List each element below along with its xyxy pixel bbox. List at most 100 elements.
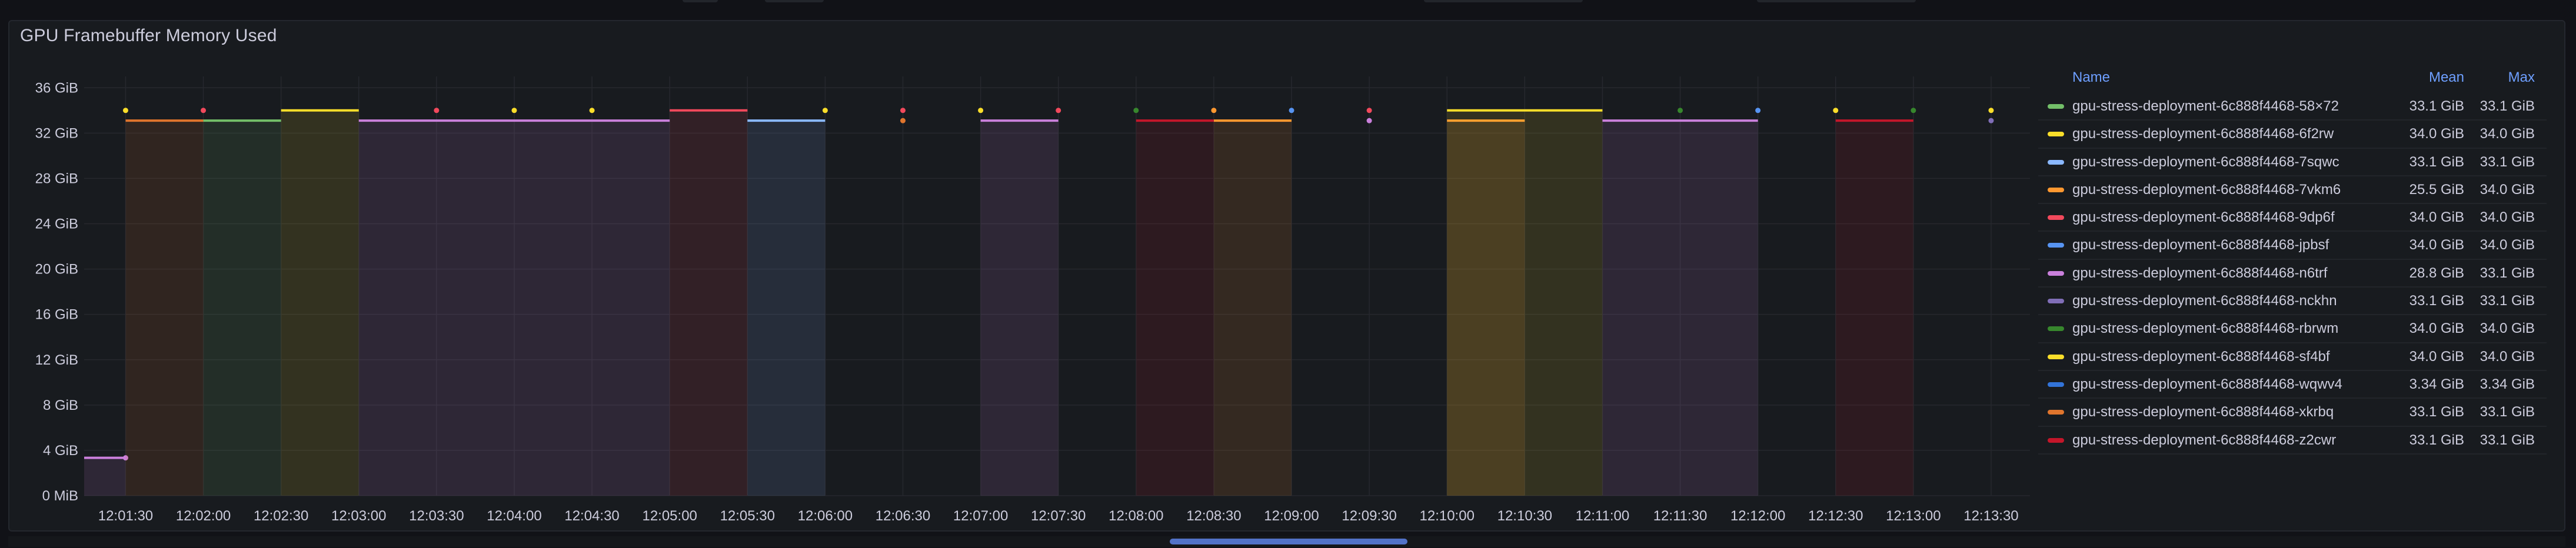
series-point	[1755, 108, 1761, 113]
x-tick-label: 12:02:00	[176, 508, 231, 524]
series-point	[978, 108, 984, 113]
series-point	[589, 108, 595, 113]
series-point	[1988, 108, 1994, 113]
legend-row[interactable]: gpu-stress-deployment-6c888f4468-xkrbq 33…	[2038, 399, 2547, 427]
legend-max-value: 3.34 GiB	[2480, 376, 2535, 392]
legend-series-name[interactable]: gpu-stress-deployment-6c888f4468-nckhn	[2072, 293, 2337, 309]
series-area-fill	[358, 121, 670, 496]
legend-series-name[interactable]: gpu-stress-deployment-6c888f4468-7vkm6	[2072, 182, 2341, 198]
series-point	[1211, 108, 1217, 113]
legend-mean-value: 34.0 GiB	[2409, 209, 2464, 226]
series-point	[822, 108, 828, 113]
legend-row[interactable]: gpu-stress-deployment-6c888f4468-jpbsf 34…	[2038, 232, 2547, 260]
x-tick-label: 12:09:00	[1264, 508, 1319, 524]
series-area-fill	[125, 121, 204, 496]
x-tick-label: 12:08:00	[1109, 508, 1163, 524]
legend-row[interactable]: gpu-stress-deployment-6c888f4468-nckhn 33…	[2038, 288, 2547, 316]
x-tick-label: 12:13:00	[1886, 508, 1941, 524]
legend-row[interactable]: gpu-stress-deployment-6c888f4468-6f2rw 34…	[2038, 121, 2547, 149]
legend-series-name[interactable]: gpu-stress-deployment-6c888f4468-9dp6f	[2072, 209, 2335, 226]
legend-series-name[interactable]: gpu-stress-deployment-6c888f4468-6f2rw	[2072, 126, 2334, 142]
legend-row[interactable]: gpu-stress-deployment-6c888f4468-sf4bf 34…	[2038, 343, 2547, 371]
legend-row[interactable]: gpu-stress-deployment-6c888f4468-wqwv4 3.…	[2038, 371, 2547, 399]
legend-header-row: Name Mean Max	[2038, 69, 2547, 93]
legend-mean-value: 33.1 GiB	[2409, 98, 2464, 114]
x-tick-label: 12:01:30	[98, 508, 153, 524]
series-area-fill	[1602, 121, 1758, 496]
series-point	[1289, 108, 1294, 113]
legend-series-name[interactable]: gpu-stress-deployment-6c888f4468-jpbsf	[2072, 237, 2329, 253]
legend-header-mean[interactable]: Mean	[2429, 69, 2464, 86]
series-point	[511, 108, 517, 113]
legend-mean-value: 33.1 GiB	[2409, 293, 2464, 309]
legend-header-max[interactable]: Max	[2508, 69, 2535, 86]
series-point	[122, 108, 128, 113]
series-area-fill	[203, 121, 281, 496]
y-tick-label: 24 GiB	[35, 216, 78, 232]
legend-series-name[interactable]: gpu-stress-deployment-6c888f4468-n6trf	[2072, 265, 2328, 282]
series-area-fill	[980, 121, 1059, 496]
y-tick-label: 28 GiB	[35, 171, 78, 186]
legend-row[interactable]: gpu-stress-deployment-6c888f4468-7sqwc 33…	[2038, 149, 2547, 176]
legend-mean-value: 33.1 GiB	[2409, 432, 2464, 448]
x-tick-label: 12:05:30	[720, 508, 775, 524]
legend-row[interactable]: gpu-stress-deployment-6c888f4468-7vkm6 25…	[2038, 176, 2547, 205]
y-tick-label: 32 GiB	[35, 125, 78, 141]
x-tick-label: 12:09:30	[1342, 508, 1396, 524]
x-tick-label: 12:13:30	[1963, 508, 2018, 524]
legend-max-value: 34.0 GiB	[2480, 209, 2535, 226]
legend-series-name[interactable]: gpu-stress-deployment-6c888f4468-z2cwr	[2072, 432, 2336, 449]
legend-color-swatch	[2048, 299, 2064, 304]
series-point	[201, 108, 207, 113]
x-tick-label: 12:03:00	[331, 508, 386, 524]
legend-color-swatch	[2048, 243, 2064, 248]
legend-series-name[interactable]: gpu-stress-deployment-6c888f4468-wqwv4	[2072, 376, 2342, 393]
y-tick-label: 8 GiB	[43, 397, 78, 413]
legend-max-value: 33.1 GiB	[2480, 153, 2535, 170]
horizontal-scrollbar-thumb[interactable]	[1170, 539, 1407, 544]
x-tick-label: 12:10:30	[1497, 508, 1552, 524]
legend-color-swatch	[2048, 410, 2064, 415]
legend-mean-value: 33.1 GiB	[2409, 153, 2464, 170]
series-point	[1833, 108, 1839, 113]
y-tick-label: 16 GiB	[35, 307, 78, 323]
legend-mean-value: 28.8 GiB	[2409, 265, 2464, 281]
x-tick-label: 12:12:00	[1730, 508, 1785, 524]
legend-max-value: 34.0 GiB	[2480, 126, 2535, 142]
legend-mean-value: 33.1 GiB	[2409, 404, 2464, 420]
legend-table: Name Mean Max gpu-stress-deployment-6c88…	[2038, 69, 2547, 455]
legend-series-name[interactable]: gpu-stress-deployment-6c888f4468-rbrwm	[2072, 320, 2338, 337]
series-area-fill	[281, 110, 359, 496]
legend-series-name[interactable]: gpu-stress-deployment-6c888f4468-7sqwc	[2072, 154, 2339, 171]
legend-color-swatch	[2048, 354, 2064, 359]
x-tick-label: 12:07:30	[1031, 508, 1086, 524]
x-tick-label: 12:10:00	[1420, 508, 1475, 524]
legend-series-name[interactable]: gpu-stress-deployment-6c888f4468-58×72	[2072, 98, 2339, 115]
legend-header-name[interactable]: Name	[2072, 69, 2110, 86]
y-tick-label: 12 GiB	[35, 352, 78, 368]
legend-color-swatch	[2048, 437, 2064, 443]
legend-color-swatch	[2048, 382, 2064, 387]
legend-mean-value: 3.34 GiB	[2409, 376, 2464, 392]
legend-series-name[interactable]: gpu-stress-deployment-6c888f4468-sf4bf	[2072, 349, 2330, 365]
legend-mean-value: 34.0 GiB	[2409, 126, 2464, 142]
legend-color-swatch	[2048, 132, 2064, 137]
x-tick-label: 12:12:30	[1808, 508, 1863, 524]
legend-rows: gpu-stress-deployment-6c888f4468-58×72 33…	[2038, 93, 2547, 455]
series-area-fill	[84, 457, 126, 496]
legend-row[interactable]: gpu-stress-deployment-6c888f4468-z2cwr 33…	[2038, 427, 2547, 455]
legend-series-name[interactable]: gpu-stress-deployment-6c888f4468-xkrbq	[2072, 404, 2334, 420]
legend-mean-value: 34.0 GiB	[2409, 320, 2464, 337]
legend-max-value: 34.0 GiB	[2480, 237, 2535, 253]
legend-row[interactable]: gpu-stress-deployment-6c888f4468-9dp6f 34…	[2038, 204, 2547, 232]
series-area-fill	[1447, 110, 1603, 496]
legend-row[interactable]: gpu-stress-deployment-6c888f4468-rbrwm 34…	[2038, 315, 2547, 343]
legend-row[interactable]: gpu-stress-deployment-6c888f4468-58×72 33…	[2038, 93, 2547, 121]
series-point	[1366, 108, 1372, 113]
series-point	[1133, 108, 1139, 113]
series-area-fill	[1835, 121, 1913, 496]
legend-row[interactable]: gpu-stress-deployment-6c888f4468-n6trf 28…	[2038, 260, 2547, 288]
series-point	[900, 108, 906, 113]
x-tick-label: 12:04:00	[487, 508, 541, 524]
legend-color-swatch	[2048, 187, 2064, 192]
